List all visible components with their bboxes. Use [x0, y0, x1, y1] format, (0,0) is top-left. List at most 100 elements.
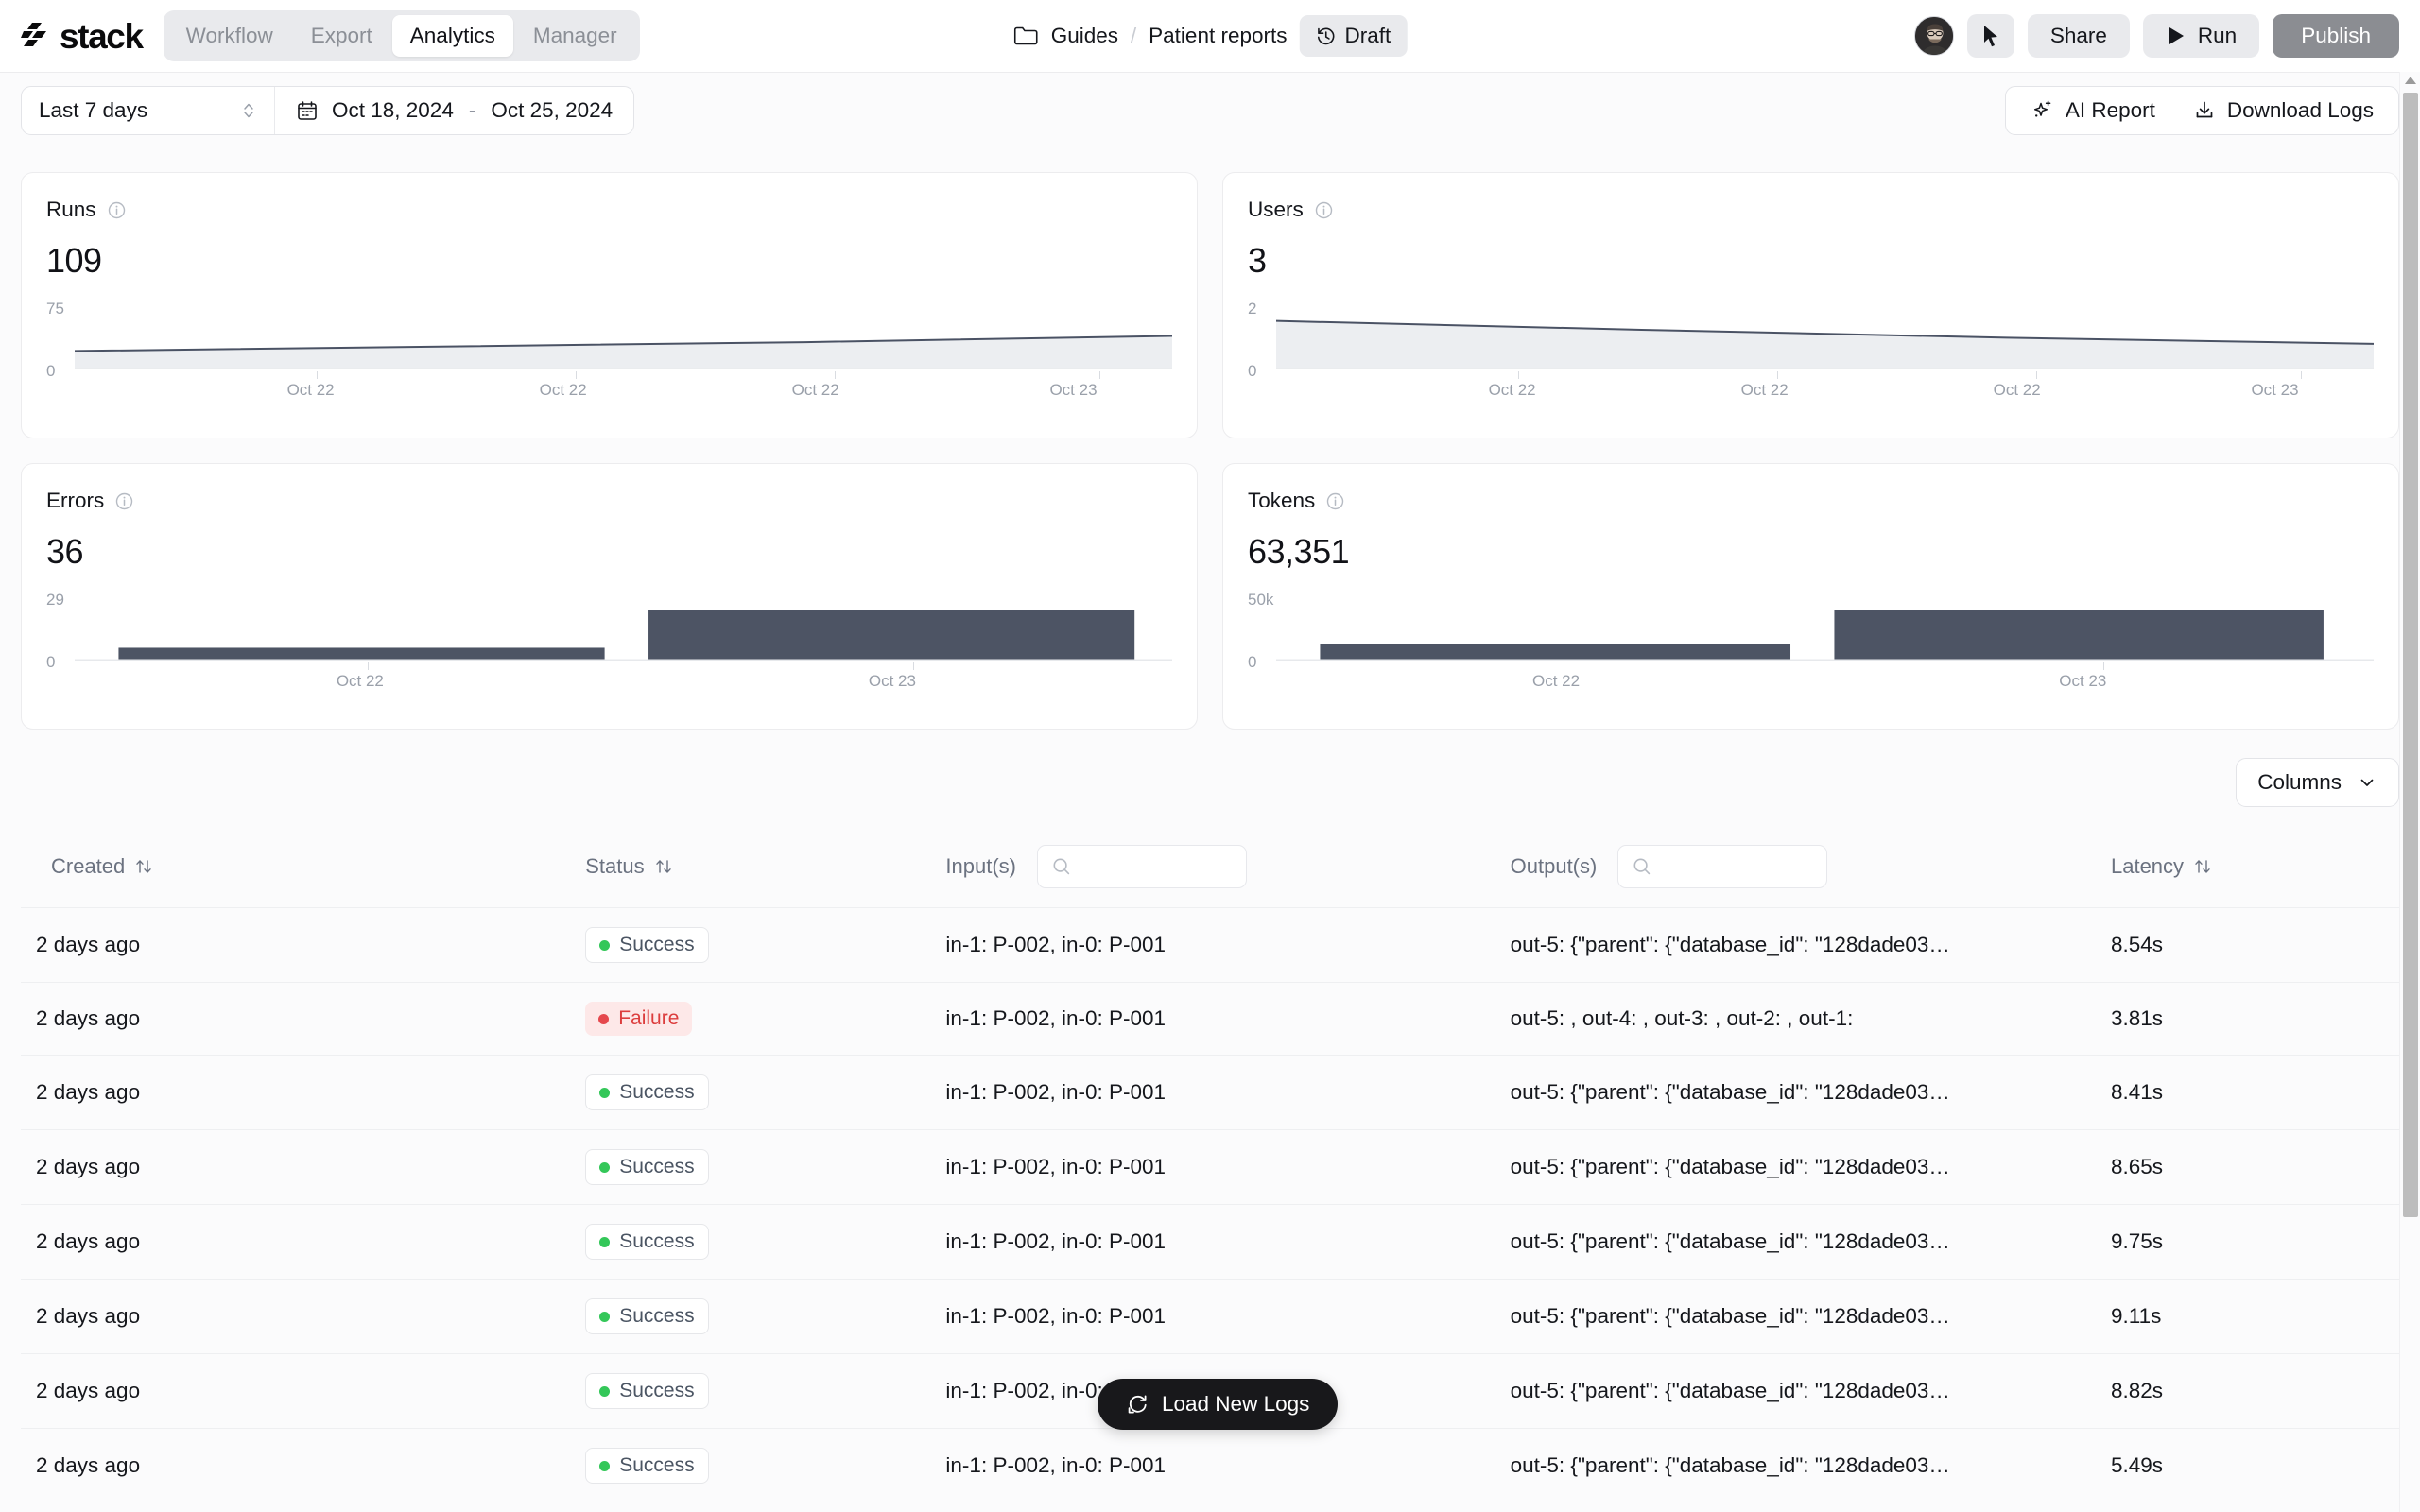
header-latency[interactable]: Latency: [2111, 832, 2399, 908]
cell-status: Success: [585, 1503, 946, 1512]
y-axis-max-users: 2: [1248, 300, 1257, 318]
ai-report-button[interactable]: AI Report: [2012, 87, 2174, 134]
header-inputs-label: Input(s): [945, 854, 1017, 878]
x-axis-labels-runs: Oct 22 Oct 22 Oct 22 Oct 23: [75, 381, 1172, 404]
table-row[interactable]: 2 days agoSuccessin-1: P-002, in-0: P-00…: [21, 1503, 2399, 1512]
cursor-pointer-icon: [1983, 26, 1997, 47]
cell-created: 2 days ago: [21, 1353, 586, 1429]
chart-errors: 29 0 Oct 22 Oct 23: [46, 591, 1172, 710]
metric-card-runs: Runs 109 75 0 Oct 22 Oct 22 Oct 22 Oct 2…: [21, 172, 1198, 438]
table-row[interactable]: 2 days agoSuccessin-1: P-002, in-0: P-00…: [21, 1129, 2399, 1205]
info-icon[interactable]: [1314, 200, 1334, 220]
publish-label: Publish: [2301, 24, 2371, 47]
sort-updown-icon: [136, 860, 151, 873]
x-label: Oct 22: [1993, 381, 2041, 399]
cursor-pointer-button[interactable]: [1966, 14, 2014, 58]
share-button[interactable]: Share: [2027, 14, 2130, 58]
cell-created: 2 days ago: [21, 1204, 586, 1280]
app-logo[interactable]: stack: [21, 19, 144, 54]
status-dot-failure: [598, 1013, 610, 1024]
tab-workflow[interactable]: Workflow: [168, 15, 291, 57]
header-status[interactable]: Status: [585, 832, 945, 908]
plot-area-users: [1276, 317, 2374, 369]
outputs-search-input[interactable]: [1617, 845, 1828, 888]
status-label: Success: [619, 1454, 695, 1476]
y-axis-min-tokens: 0: [1248, 653, 1257, 671]
date-end: Oct 25, 2024: [491, 97, 614, 122]
publish-button[interactable]: Publish: [2273, 14, 2399, 58]
plot-area-tokens: [1276, 608, 2374, 661]
status-badge: Success: [585, 1298, 709, 1334]
tab-manager[interactable]: Manager: [515, 15, 635, 57]
load-new-logs-toast[interactable]: Load New Logs: [1098, 1379, 1339, 1430]
cell-inputs: in-1: P-002, in-0: P-001: [945, 1503, 1511, 1512]
status-badge: Success: [585, 1373, 709, 1409]
status-badge: Success: [585, 1224, 709, 1260]
run-button[interactable]: Run: [2142, 14, 2260, 58]
calendar-icon: [298, 100, 317, 120]
info-icon[interactable]: [1325, 491, 1345, 511]
status-dot-success: [599, 1087, 611, 1098]
cell-created: 2 days ago: [21, 982, 586, 1056]
plot-area-runs: [75, 317, 1172, 369]
card-title-errors: Errors: [46, 489, 105, 512]
table-row[interactable]: 2 days agoSuccessin-1: P-002, in-0: P-00…: [21, 907, 2399, 983]
download-logs-button[interactable]: Download Logs: [2174, 87, 2393, 134]
y-axis-min-users: 0: [1248, 362, 1257, 380]
date-range-picker[interactable]: Oct 18, 2024 - Oct 25, 2024: [275, 87, 633, 134]
y-axis-max-runs: 75: [46, 300, 64, 318]
tab-export[interactable]: Export: [293, 15, 390, 57]
table-row[interactable]: 2 days agoSuccessin-1: P-002, in-0: P-00…: [21, 1279, 2399, 1354]
report-actions-group: AI Report Download Logs: [2004, 85, 2399, 135]
header-created[interactable]: Created: [21, 832, 585, 908]
info-icon[interactable]: [107, 200, 127, 220]
header-outputs-label: Output(s): [1510, 854, 1598, 878]
x-axis-labels-tokens: Oct 22 Oct 23: [1276, 672, 2374, 695]
table-row[interactable]: 2 days agoSuccessin-1: P-002, in-0: P-00…: [21, 1055, 2399, 1130]
cell-created: 2 days ago: [21, 1428, 586, 1503]
inputs-search-input[interactable]: [1037, 845, 1248, 888]
status-badge: Success: [585, 1074, 709, 1110]
table-row[interactable]: 2 days agoSuccessin-1: P-002, in-0: P-00…: [21, 1428, 2399, 1503]
range-select[interactable]: Last 7 days: [22, 86, 275, 134]
columns-label: Columns: [2257, 770, 2342, 794]
scrollbar-thumb[interactable]: [2403, 93, 2418, 1217]
status-label: Success: [619, 1305, 695, 1327]
run-label: Run: [2197, 24, 2238, 47]
page-scrollbar[interactable]: [2399, 72, 2420, 1512]
cell-created: 2 days ago: [21, 907, 586, 983]
cell-latency: 9.75s: [2110, 1204, 2399, 1280]
status-dot-success: [599, 1460, 611, 1471]
metric-card-users: Users 3 2 0 Oct 22 Oct 22 Oct 22 Oct 23: [1222, 172, 2399, 438]
cell-status: Success: [585, 907, 946, 983]
breadcrumb-current[interactable]: Patient reports: [1149, 24, 1287, 48]
header-created-label: Created: [51, 854, 126, 878]
columns-button[interactable]: Columns: [2236, 758, 2399, 807]
download-icon: [2196, 101, 2213, 117]
x-label: Oct 22: [539, 381, 587, 399]
cell-inputs: in-1: P-002, in-0: P-001: [945, 982, 1511, 1056]
x-label: Oct 22: [1532, 672, 1581, 690]
cell-status: Success: [585, 1129, 946, 1205]
avatar[interactable]: [1913, 16, 1954, 56]
scroll-up-arrow-icon[interactable]: [2404, 76, 2417, 85]
cell-status: Success: [585, 1204, 946, 1280]
info-icon[interactable]: [114, 491, 134, 511]
breadcrumb-root[interactable]: Guides: [1051, 24, 1118, 48]
sort-updown-icon: [655, 860, 671, 873]
x-tick: [2103, 662, 2105, 670]
card-value-runs: 109: [46, 241, 102, 280]
y-axis-max-errors: 29: [46, 591, 64, 609]
cell-latency: 9.11s: [2110, 1279, 2399, 1354]
x-label: Oct 22: [286, 381, 335, 399]
x-axis-labels-errors: Oct 22 Oct 23: [75, 672, 1172, 695]
status-badge: Failure: [585, 1002, 693, 1036]
draft-status-pill[interactable]: Draft: [1299, 15, 1408, 57]
date-filter-group: Last 7 days Oct 18, 2024 - Oct 25, 2024: [21, 85, 635, 135]
table-row[interactable]: 2 days ago Failure in-1: P-002, in-0: P-00…: [21, 982, 2399, 1056]
table-row[interactable]: 2 days agoSuccessin-1: P-002, in-0: P-00…: [21, 1204, 2399, 1280]
ai-report-label: AI Report: [2065, 97, 2155, 122]
x-label: Oct 23: [868, 672, 916, 690]
metric-card-tokens: Tokens 63,351 50k 0 Oct 22 Oct 23: [1222, 463, 2399, 730]
tab-analytics[interactable]: Analytics: [391, 15, 513, 57]
